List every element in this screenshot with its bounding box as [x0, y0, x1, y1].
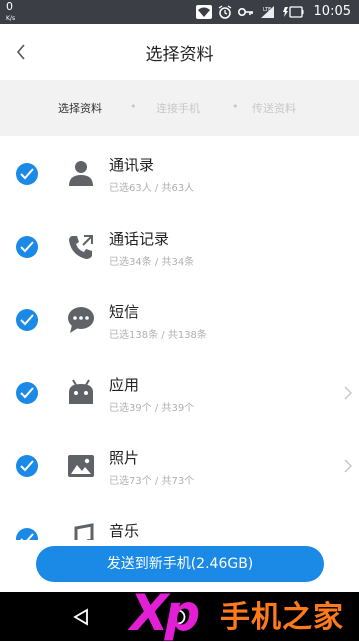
step-select-data: 选择资料	[58, 102, 102, 115]
chevron-right-icon[interactable]	[343, 458, 353, 474]
step-separator-icon: •	[130, 100, 137, 113]
checkbox-checked-icon[interactable]	[16, 455, 38, 477]
checkbox-checked-icon[interactable]	[16, 382, 38, 404]
contact-icon	[66, 158, 96, 188]
photo-icon	[66, 451, 96, 481]
item-title: 音乐	[109, 522, 140, 540]
signal-icon: LTE	[260, 5, 276, 19]
page-title: 选择资料	[145, 45, 214, 65]
network-type-label: LTE	[263, 7, 271, 13]
key-icon	[237, 7, 254, 17]
step-separator-icon: •	[232, 100, 239, 113]
checkbox-checked-icon[interactable]	[16, 236, 38, 258]
item-subtitle: 已选73个 / 共73个	[109, 476, 195, 487]
list-item-music[interactable]: 音乐	[0, 502, 359, 540]
checkbox-checked-icon[interactable]	[16, 528, 38, 540]
checkbox-checked-icon[interactable]	[16, 309, 38, 331]
item-title: 通话记录	[109, 230, 170, 248]
speed-value: 0	[6, 0, 13, 13]
status-bar: 0 K/s LTE 10:05	[0, 0, 359, 24]
android-app-icon	[66, 378, 96, 408]
item-title: 照片	[109, 449, 140, 467]
message-icon	[66, 305, 96, 335]
chevron-right-icon[interactable]	[343, 385, 353, 401]
item-subtitle: 已选34条 / 共34条	[109, 257, 195, 268]
wifi-icon	[195, 4, 212, 19]
item-subtitle: 已选39个 / 共39个	[109, 403, 195, 414]
data-list: 通讯录 已选63人 / 共63人 通话记录 已选34条 / 共34条 短信 已选…	[0, 136, 359, 540]
step-transfer-data: 传送资料	[252, 102, 296, 115]
item-subtitle: 已选63人 / 共63人	[109, 183, 195, 194]
battery-charging-icon	[282, 5, 304, 18]
alarm-icon	[218, 4, 232, 19]
triangle-back-icon	[73, 608, 88, 626]
list-item-apps[interactable]: 应用 已选39个 / 共39个	[0, 356, 359, 428]
network-speed: 0 K/s	[6, 1, 15, 24]
clock: 10:05	[313, 4, 351, 19]
item-title: 短信	[109, 303, 140, 321]
watermark-logo: Xp 手机之家	[130, 586, 359, 641]
item-title: 应用	[109, 376, 140, 394]
nav-back-button[interactable]	[72, 608, 90, 630]
music-icon	[66, 522, 96, 540]
progress-steps: 选择资料 • 连接手机 • 传送资料	[0, 80, 359, 136]
watermark-text: 手机之家	[220, 600, 344, 635]
list-item-sms[interactable]: 短信 已选138条 / 共138条	[0, 283, 359, 355]
status-icons: LTE 10:05	[195, 4, 351, 19]
list-item-call-log[interactable]: 通话记录 已选34条 / 共34条	[0, 210, 359, 282]
watermark-xp: Xp	[130, 584, 200, 642]
app-header: 选择资料	[0, 24, 359, 80]
step-connect-phone: 连接手机	[156, 102, 200, 115]
call-log-icon	[66, 232, 96, 262]
speed-unit: K/s	[6, 15, 16, 22]
item-subtitle: 已选138条 / 共138条	[109, 330, 207, 341]
checkbox-checked-icon[interactable]	[16, 163, 38, 185]
item-title: 通讯录	[109, 156, 155, 174]
list-item-contacts[interactable]: 通讯录 已选63人 / 共63人	[0, 138, 359, 210]
send-to-new-phone-button[interactable]: 发送到新手机(2.46GB)	[36, 546, 324, 582]
list-item-photos[interactable]: 照片 已选73个 / 共73个	[0, 429, 359, 501]
